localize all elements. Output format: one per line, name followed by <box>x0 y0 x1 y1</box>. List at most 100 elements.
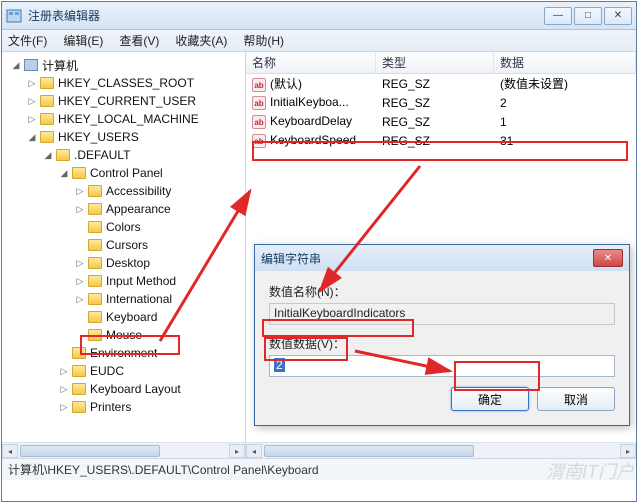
folder-icon <box>88 311 102 323</box>
value-data-field[interactable]: 2 <box>269 355 615 377</box>
window-title: 注册表编辑器 <box>28 7 544 24</box>
folder-icon <box>72 365 86 377</box>
minimize-button[interactable]: — <box>544 7 572 25</box>
folder-icon <box>72 383 86 395</box>
folder-icon <box>40 95 54 107</box>
folder-icon <box>88 257 102 269</box>
computer-icon <box>24 59 38 71</box>
expander-icon[interactable]: ▷ <box>74 257 86 269</box>
expander-icon[interactable]: ◢ <box>42 149 54 161</box>
expander-icon[interactable]: ◢ <box>26 131 38 143</box>
tree-keyboard[interactable]: Keyboard <box>4 308 243 326</box>
titlebar[interactable]: 注册表编辑器 — □ ✕ <box>2 2 636 30</box>
folder-icon <box>88 185 102 197</box>
tree-hku[interactable]: ◢HKEY_USERS <box>4 128 243 146</box>
scroll-thumb[interactable] <box>20 445 160 457</box>
expander-icon[interactable] <box>74 311 86 323</box>
expander-icon[interactable]: ▷ <box>58 401 70 413</box>
tree-control-panel[interactable]: ◢Control Panel <box>4 164 243 182</box>
col-header-type[interactable]: 类型 <box>376 52 494 73</box>
expander-icon[interactable]: ▷ <box>74 275 86 287</box>
expander-icon[interactable]: ◢ <box>58 167 70 179</box>
string-value-icon: ab <box>252 96 266 110</box>
list-h-scrollbar[interactable]: ◂ ▸ <box>246 442 636 458</box>
list-header: 名称 类型 数据 <box>246 52 636 74</box>
menu-help[interactable]: 帮助(H) <box>243 32 284 49</box>
expander-icon[interactable] <box>58 347 70 359</box>
value-name-label: 数值名称(N)： <box>269 283 615 300</box>
maximize-button[interactable]: □ <box>574 7 602 25</box>
tree-hkcr[interactable]: ▷HKEY_CLASSES_ROOT <box>4 74 243 92</box>
scroll-thumb[interactable] <box>264 445 474 457</box>
window-controls: — □ ✕ <box>544 7 632 25</box>
tree-h-scrollbar[interactable]: ◂ ▸ <box>2 442 245 458</box>
expander-icon[interactable] <box>74 221 86 233</box>
tree-cursors[interactable]: Cursors <box>4 236 243 254</box>
menu-file[interactable]: 文件(F) <box>8 32 47 49</box>
expander-icon[interactable] <box>74 329 86 341</box>
dialog-body: 数值名称(N)： InitialKeyboardIndicators 数值数据(… <box>255 271 629 425</box>
close-button[interactable]: ✕ <box>604 7 632 25</box>
string-value-icon: ab <box>252 115 266 129</box>
tree-environment[interactable]: Environment <box>4 344 243 362</box>
ok-button[interactable]: 确定 <box>451 387 529 411</box>
menu-edit[interactable]: 编辑(E) <box>63 32 103 49</box>
value-name-field: InitialKeyboardIndicators <box>269 303 615 325</box>
expander-icon[interactable]: ▷ <box>74 185 86 197</box>
tree-accessibility[interactable]: ▷Accessibility <box>4 182 243 200</box>
tree-international[interactable]: ▷International <box>4 290 243 308</box>
scroll-left-icon[interactable]: ◂ <box>246 444 262 458</box>
tree-appearance[interactable]: ▷Appearance <box>4 200 243 218</box>
tree-keyboard-layout[interactable]: ▷Keyboard Layout <box>4 380 243 398</box>
expander-icon[interactable]: ▷ <box>74 203 86 215</box>
tree-default[interactable]: ◢.DEFAULT <box>4 146 243 164</box>
tree-eudc[interactable]: ▷EUDC <box>4 362 243 380</box>
folder-icon <box>40 77 54 89</box>
scroll-right-icon[interactable]: ▸ <box>620 444 636 458</box>
tree-input-method[interactable]: ▷Input Method <box>4 272 243 290</box>
folder-icon <box>88 275 102 287</box>
folder-icon <box>72 401 86 413</box>
folder-icon <box>88 203 102 215</box>
folder-icon <box>88 239 102 251</box>
folder-icon <box>88 329 102 341</box>
dialog-close-button[interactable]: ✕ <box>593 249 623 267</box>
scroll-right-icon[interactable]: ▸ <box>229 444 245 458</box>
status-path: 计算机\HKEY_USERS\.DEFAULT\Control Panel\Ke… <box>8 461 319 478</box>
tree-printers[interactable]: ▷Printers <box>4 398 243 416</box>
expander-icon[interactable]: ◢ <box>10 59 22 71</box>
menubar: 文件(F) 编辑(E) 查看(V) 收藏夹(A) 帮助(H) <box>2 30 636 52</box>
menu-favorites[interactable]: 收藏夹(A) <box>175 32 227 49</box>
expander-icon[interactable] <box>74 239 86 251</box>
tree-hkcu[interactable]: ▷HKEY_CURRENT_USER <box>4 92 243 110</box>
dialog-buttons: 确定 取消 <box>269 387 615 411</box>
col-header-data[interactable]: 数据 <box>494 52 636 73</box>
tree-colors[interactable]: Colors <box>4 218 243 236</box>
table-row[interactable]: abKeyboardSpeed REG_SZ 31 <box>246 131 636 150</box>
expander-icon[interactable]: ▷ <box>58 383 70 395</box>
edit-string-dialog: 编辑字符串 ✕ 数值名称(N)： InitialKeyboardIndicato… <box>254 244 630 426</box>
dialog-titlebar[interactable]: 编辑字符串 ✕ <box>255 245 629 271</box>
folder-icon <box>88 293 102 305</box>
folder-icon <box>88 221 102 233</box>
tree-root[interactable]: ◢ 计算机 <box>4 56 243 74</box>
expander-icon[interactable]: ▷ <box>58 365 70 377</box>
app-icon <box>6 8 22 24</box>
scroll-left-icon[interactable]: ◂ <box>2 444 18 458</box>
tree-mouse[interactable]: Mouse <box>4 326 243 344</box>
folder-icon <box>40 131 54 143</box>
col-header-name[interactable]: 名称 <box>246 52 376 73</box>
table-row[interactable]: abInitialKeyboa... REG_SZ 2 <box>246 93 636 112</box>
table-row[interactable]: ab(默认) REG_SZ (数值未设置) <box>246 74 636 93</box>
expander-icon[interactable]: ▷ <box>26 77 38 89</box>
table-row[interactable]: abKeyboardDelay REG_SZ 1 <box>246 112 636 131</box>
expander-icon[interactable]: ▷ <box>26 113 38 125</box>
string-value-icon: ab <box>252 78 266 92</box>
tree-hklm[interactable]: ▷HKEY_LOCAL_MACHINE <box>4 110 243 128</box>
tree-desktop[interactable]: ▷Desktop <box>4 254 243 272</box>
cancel-button[interactable]: 取消 <box>537 387 615 411</box>
tree-pane[interactable]: ◢ 计算机 ▷HKEY_CLASSES_ROOT ▷HKEY_CURRENT_U… <box>2 52 246 458</box>
menu-view[interactable]: 查看(V) <box>119 32 159 49</box>
expander-icon[interactable]: ▷ <box>26 95 38 107</box>
expander-icon[interactable]: ▷ <box>74 293 86 305</box>
